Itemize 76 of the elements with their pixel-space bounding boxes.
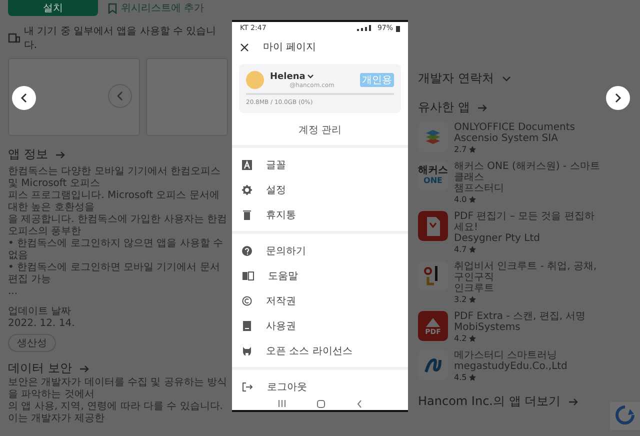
app-rating: 2.7 <box>454 144 467 155</box>
manage-account-button[interactable]: 계정 관리 <box>232 117 408 145</box>
arrow-right-icon[interactable] <box>56 150 66 158</box>
app-icon[interactable] <box>418 211 448 241</box>
trash-icon <box>242 210 252 220</box>
description-text: 을 제공합니다. 한컴독스에 가입한 사용자는 한컴오피스의 풍부한 <box>8 214 228 238</box>
bookmark-icon <box>108 2 117 14</box>
star-icon <box>468 374 476 381</box>
star-icon <box>468 146 476 153</box>
description-text: 한컴독스는 다양한 모바일 기기에서 한컴오피스 및 Microsoft 오피스 <box>8 166 222 190</box>
account-name: Helena <box>270 72 306 82</box>
section-heading: 데이터 보안 <box>8 360 72 377</box>
chevron-right-icon <box>614 93 622 103</box>
devices-icon <box>8 33 20 43</box>
menu-item[interactable]: 휴지통 <box>232 202 408 227</box>
plan-badge: 개인용 <box>360 73 394 87</box>
chevron-left-icon <box>20 93 28 103</box>
screen-title: 마이 페이지 <box>263 41 316 54</box>
app-rating: 3.2 <box>454 294 467 305</box>
data-safety-text: 의 앱 사용, 지역, 연령에 따라 다를 수 있습니다. 이는 개발자가 제공한 <box>8 401 224 425</box>
app-rating: 4.2 <box>454 333 467 344</box>
developer-name: 챔프스터디 <box>454 183 505 194</box>
help-icon <box>242 246 252 256</box>
description-text: 피스 프로그램입니다. Microsoft 오피스 문서에 대한 높은 호환성을 <box>8 190 220 214</box>
home-icon[interactable] <box>317 400 326 408</box>
menu-item[interactable]: 저작권 <box>232 288 408 313</box>
star-icon <box>468 335 476 342</box>
font-icon <box>242 160 252 170</box>
recent-apps-icon[interactable] <box>278 400 286 407</box>
arrow-right-icon[interactable] <box>478 104 488 112</box>
app-rating: 4.5 <box>454 372 467 383</box>
section-heading: 앱 정보 <box>8 146 48 163</box>
menu-item[interactable]: 오픈 소스 라이선스 <box>232 338 408 363</box>
menu-item[interactable]: 도움말 <box>232 263 408 288</box>
developer-name: megastudyEdu.Co.,Ltd <box>454 361 568 372</box>
developer-name: Desygner Pty Ltd <box>454 233 541 244</box>
chevron-down-icon[interactable] <box>307 74 314 79</box>
star-icon <box>468 246 476 253</box>
cat-head-icon <box>242 346 252 356</box>
battery-icon <box>396 24 400 32</box>
update-label: 업데이트 날짜 <box>8 305 72 318</box>
chevron-left-icon <box>116 91 124 101</box>
notebook-icon <box>242 320 252 330</box>
install-button[interactable]: 설치 <box>8 0 98 16</box>
description-text: • 한컴독스에 로그인하면 모바일 기기에서 문서 편집 가능 <box>8 262 221 286</box>
book-icon <box>242 270 254 280</box>
developer-name: 인크루트 <box>454 283 495 294</box>
developer-name: Ascensio System SIA <box>454 133 559 144</box>
copyright-icon <box>242 296 252 306</box>
menu-item[interactable]: 문의하기 <box>232 238 408 263</box>
section-heading: 유사한 앱 <box>418 99 470 116</box>
arrow-right-icon[interactable] <box>80 364 90 372</box>
device-note: 내 기기 중 일부에서 앱을 사용할 수 있습니다. <box>24 25 218 52</box>
description-text: ... <box>8 286 19 298</box>
app-rating: 4.7 <box>454 244 467 255</box>
menu-item[interactable]: 사용권 <box>232 313 408 338</box>
avatar <box>246 71 264 89</box>
close-icon[interactable] <box>240 42 249 52</box>
update-date: 2022. 12. 14. <box>8 318 76 330</box>
data-safety-text: 보안은 개발자가 데이터를 수집 및 공유하는 방식을 파악하는 것에서 <box>8 377 228 401</box>
section-heading: Hancom Inc.의 앱 더보기 <box>418 393 561 410</box>
app-icon[interactable]: 해커스 ONE <box>418 161 448 191</box>
star-icon <box>468 196 476 203</box>
settings-icon <box>242 184 252 194</box>
next-button[interactable] <box>606 86 630 110</box>
developer-name: MobiSystems <box>454 322 522 333</box>
star-icon <box>468 296 476 303</box>
menu-item[interactable]: 로그아웃 <box>232 374 408 399</box>
logout-icon <box>242 382 253 392</box>
section-heading: 개발자 연락처 <box>418 70 494 87</box>
description-text: • 한컴독스에 로그인하지 않으면 앱을 사용할 수 없음 <box>8 238 224 262</box>
back-icon[interactable] <box>357 400 362 408</box>
menu-item[interactable]: 글꼴 <box>232 152 408 177</box>
app-rating: 4.0 <box>454 194 467 205</box>
menu-item[interactable]: 설정 <box>232 177 408 202</box>
arrow-right-icon[interactable] <box>568 398 579 406</box>
